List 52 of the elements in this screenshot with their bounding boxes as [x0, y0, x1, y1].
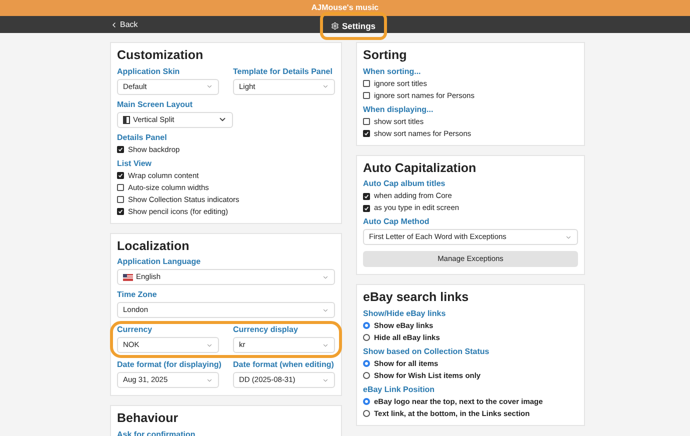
field-label: Application Language	[117, 258, 202, 266]
group-label: Details Panel	[117, 134, 168, 142]
field-label: Currency display	[233, 326, 299, 334]
chevron-down-icon	[322, 376, 329, 384]
settings-icon	[331, 22, 339, 30]
group-label: When displaying...	[363, 106, 434, 114]
card-title: Behaviour	[117, 412, 180, 424]
checkbox[interactable]	[117, 184, 124, 191]
checkbox[interactable]	[117, 196, 124, 203]
radio-button[interactable]	[363, 398, 370, 405]
chevron-down-icon	[322, 306, 329, 314]
field-label: Currency	[117, 326, 154, 334]
card-title: Localization	[117, 240, 190, 252]
field-label: Main Screen Layout	[117, 100, 194, 108]
field-label: Date format (when editing)	[233, 361, 335, 369]
chevron-down-icon	[206, 83, 213, 90]
radio-button[interactable]	[363, 322, 370, 329]
field-label: Template for Details Panel	[233, 68, 334, 76]
chevron-down-icon	[206, 342, 213, 348]
card-title: Auto Capitalization	[363, 162, 478, 174]
chevron-down-icon	[322, 83, 329, 90]
chevron-down-icon	[218, 115, 227, 124]
window-title: AJMouse's music	[311, 2, 379, 14]
radio-button[interactable]	[363, 334, 370, 341]
chevron-down-icon	[322, 274, 329, 280]
chevron-left-icon	[110, 20, 118, 28]
chevron-down-icon	[565, 234, 572, 240]
field-label: Date format (for displaying)	[117, 361, 219, 369]
group-label: Show based on Collection Status	[363, 348, 490, 356]
flag-icon	[123, 274, 133, 280]
group-label: Auto Cap album titles	[363, 180, 446, 188]
card-title: Sorting	[363, 49, 408, 62]
group-label: Show/Hide eBay links	[363, 310, 447, 318]
back-button[interactable]: Back	[110, 18, 138, 30]
field-label: Time Zone	[117, 291, 158, 299]
page-title: Settings	[323, 15, 384, 37]
radio-button[interactable]	[363, 372, 370, 379]
field-label: Auto Cap Method	[363, 218, 430, 226]
card-title: Customization	[117, 49, 204, 62]
group-label: When sorting...	[363, 68, 422, 76]
card-title: eBay search links	[363, 291, 470, 304]
field-label: Application Skin	[117, 68, 181, 76]
checkbox[interactable]	[363, 92, 370, 99]
checkbox[interactable]	[363, 118, 370, 125]
chevron-down-icon	[206, 376, 213, 384]
group-label: eBay Link Position	[363, 386, 436, 394]
checkbox[interactable]	[363, 80, 370, 87]
radio-button[interactable]	[363, 360, 370, 367]
radio-button[interactable]	[363, 410, 370, 417]
layout-icon	[123, 116, 130, 124]
chevron-down-icon	[322, 342, 329, 348]
group-label: List View	[117, 160, 153, 168]
